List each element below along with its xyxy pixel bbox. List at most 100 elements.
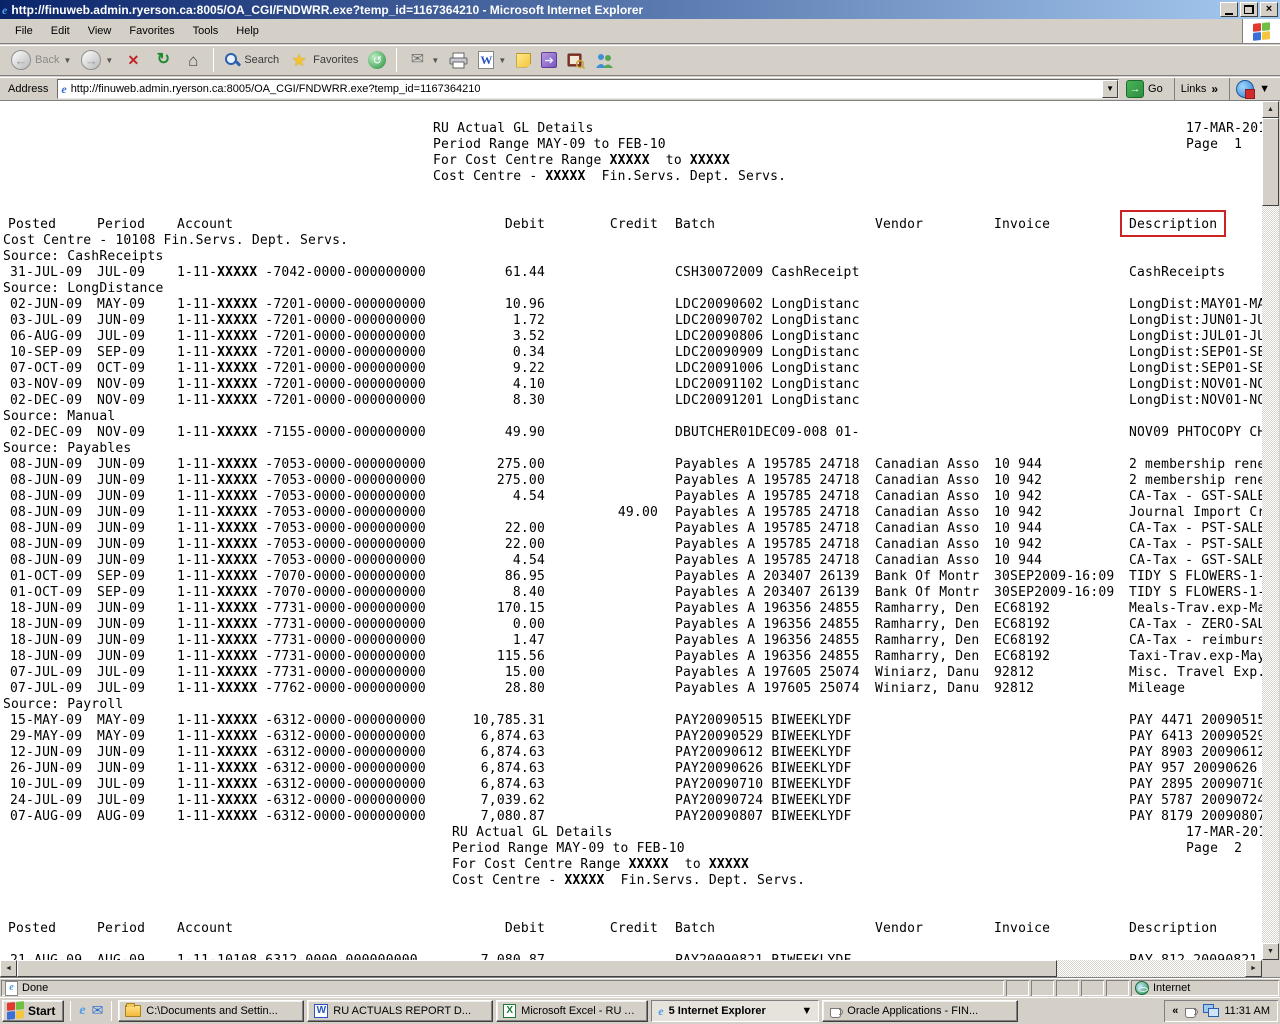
cell-description: CA-Tax - PST-SALE [1129, 521, 1262, 537]
start-button[interactable]: Start [2, 1000, 64, 1022]
report-section-line: Source: LongDistance [0, 281, 1262, 297]
horizontal-scrollbar[interactable]: ◄ ► [0, 960, 1262, 977]
cell-account: 1-11-XXXXX -7053-0000-000000000 [177, 537, 426, 553]
mail-dropdown-icon[interactable]: ▼ [431, 56, 439, 65]
toolbar-separator [213, 48, 214, 72]
report-row: 26-JUN-09JUN-091-11-XXXXX -6312-0000-000… [0, 761, 1262, 777]
edit-with-word-button[interactable]: W ▼ [473, 47, 511, 73]
go-button[interactable]: → Go [1124, 78, 1169, 100]
report-row: 08-JUN-09JUN-091-11-XXXXX -7053-0000-000… [0, 457, 1262, 473]
report-section-line: Cost Centre - 10108 Fin.Servs. Dept. Ser… [0, 233, 1262, 249]
cell-account: 1-11-XXXXX -7201-0000-000000000 [177, 297, 426, 313]
cell-description: CA-Tax - ZERO-SALE [1129, 617, 1262, 633]
menu-edit[interactable]: Edit [42, 21, 79, 41]
report-row: 18-JUN-09JUN-091-11-XXXXX -7731-0000-000… [0, 617, 1262, 633]
export-button[interactable]: ➔ [536, 47, 562, 73]
messenger-button[interactable] [590, 47, 619, 73]
cell-invoice: 92812 [994, 681, 1034, 697]
task-oracle-applications[interactable]: Oracle Applications - FIN... [822, 1000, 1018, 1022]
favorites-button[interactable]: ★ Favorites [284, 47, 363, 73]
col-batch: Batch [675, 921, 715, 937]
task-internet-explorer-group[interactable]: e 5 Internet Explorer ▼ [651, 1000, 819, 1022]
quick-launch-outlook-icon[interactable]: ✉ [92, 1002, 104, 1019]
edit-dropdown-icon[interactable]: ▼ [498, 56, 506, 65]
history-button[interactable]: ↺ [363, 47, 391, 73]
start-label: Start [28, 1004, 55, 1018]
search-label: Search [244, 54, 279, 66]
print-button[interactable] [444, 47, 473, 73]
menu-help[interactable]: Help [227, 21, 268, 41]
stop-button[interactable]: ✕ [118, 47, 148, 73]
back-button[interactable]: ← Back ▼ [6, 47, 76, 73]
task-group-dropdown-icon[interactable]: ▼ [801, 1005, 812, 1017]
menu-view[interactable]: View [79, 21, 121, 41]
menu-file[interactable]: File [6, 21, 42, 41]
print-icon [449, 52, 468, 69]
report-page-header-line: For Cost Centre Range XXXXX to XXXXX [0, 857, 1262, 873]
menu-tools[interactable]: Tools [184, 21, 228, 41]
quick-launch-ie-icon[interactable]: e [79, 1004, 85, 1018]
cell-description: Misc. Travel Exp. [1129, 665, 1262, 681]
report-row: 18-JUN-09JUN-091-11-XXXXX -7731-0000-000… [0, 633, 1262, 649]
discuss-button[interactable] [511, 47, 536, 73]
windows-logo [1242, 19, 1280, 43]
cell-batch: Payables A 196356 24855 [675, 601, 860, 617]
restore-button[interactable] [1240, 2, 1258, 17]
cell-vendor: Ramharry, Den [875, 633, 979, 649]
cell-debit: 22.00 [505, 521, 545, 537]
cell-invoice: EC68192 [994, 601, 1050, 617]
cell-account: 1-11-XXXXX -7731-0000-000000000 [177, 601, 426, 617]
task-explorer-window[interactable]: C:\Documents and Settin... [118, 1000, 304, 1022]
cell-account: 1-11-XXXXX -7053-0000-000000000 [177, 521, 426, 537]
pdf-toolbar-button[interactable]: ▼ [1229, 78, 1276, 100]
cell-description: CA-Tax - PST-SALE [1129, 537, 1262, 553]
scroll-down-button[interactable]: ▼ [1262, 943, 1279, 960]
cell-description: TIDY S FLOWERS-1-O [1129, 585, 1262, 601]
home-button[interactable]: ⌂ [178, 47, 208, 73]
cell-debit: 6,874.63 [481, 729, 545, 745]
scroll-right-button[interactable]: ► [1245, 960, 1262, 977]
search-button[interactable]: Search [219, 47, 284, 73]
research-button[interactable] [562, 47, 590, 73]
report-blank-line [0, 937, 1262, 953]
system-tray: « 11:31 AM [1164, 1000, 1278, 1022]
tray-network-icon[interactable] [1203, 1004, 1218, 1017]
forward-button[interactable]: → ▼ [76, 47, 118, 73]
page-header-text: Period Range MAY-09 to FEB-10 [452, 841, 685, 857]
address-dropdown-button[interactable]: ▼ [1102, 80, 1118, 98]
vertical-scroll-thumb[interactable] [1262, 118, 1279, 206]
section-text: Source: Payroll [3, 697, 123, 713]
horizontal-scroll-thumb[interactable] [17, 960, 1057, 977]
tray-java-icon[interactable] [1184, 1004, 1197, 1018]
address-input[interactable]: e http://finuweb.admin.ryerson.ca:8005/O… [57, 79, 1119, 99]
scrollbar-corner [1262, 960, 1279, 977]
close-button[interactable]: × [1260, 2, 1278, 17]
refresh-button[interactable]: ↻ [148, 47, 178, 73]
task-label: 5 Internet Explorer [669, 1005, 766, 1017]
minimize-button[interactable] [1220, 2, 1238, 17]
cell-debit: 170.15 [497, 601, 545, 617]
forward-dropdown-icon[interactable]: ▼ [105, 56, 113, 65]
cell-description: PAY 812 20090821 [1129, 953, 1257, 960]
tray-chevron-icon[interactable]: « [1172, 1005, 1178, 1017]
cell-invoice: 10 944 [994, 521, 1042, 537]
mail-button[interactable]: ✉ ▼ [402, 47, 444, 73]
cell-posted: 01-OCT-09 [10, 585, 82, 601]
page-header-right-text: Page 2 [1186, 841, 1242, 857]
vertical-scrollbar[interactable]: ▲ ▼ [1262, 101, 1279, 960]
ie-task-icon: e [658, 1005, 663, 1017]
menu-favorites[interactable]: Favorites [120, 21, 183, 41]
report-section-line: Source: Payables [0, 441, 1262, 457]
links-button[interactable]: Links » [1174, 78, 1224, 100]
status-pane [1056, 980, 1079, 996]
scroll-left-button[interactable]: ◄ [0, 960, 17, 977]
back-dropdown-icon[interactable]: ▼ [63, 56, 71, 65]
page-header-text: Cost Centre - XXXXX Fin.Servs. Dept. Ser… [433, 169, 786, 185]
scroll-up-button[interactable]: ▲ [1262, 101, 1279, 118]
cell-period: AUG-09 [97, 953, 145, 960]
task-excel-workbook[interactable]: X Microsoft Excel - RU ACT... [496, 1000, 648, 1022]
cell-account: 1-11-XXXXX -6312-0000-000000000 [177, 745, 426, 761]
task-word-document[interactable]: W RU ACTUALS REPORT D... [307, 1000, 493, 1022]
cell-batch: PAY20090529 BIWEEKLYDF [675, 729, 852, 745]
cell-batch: PAY20090821 BIWEEKLYDF [675, 953, 852, 960]
